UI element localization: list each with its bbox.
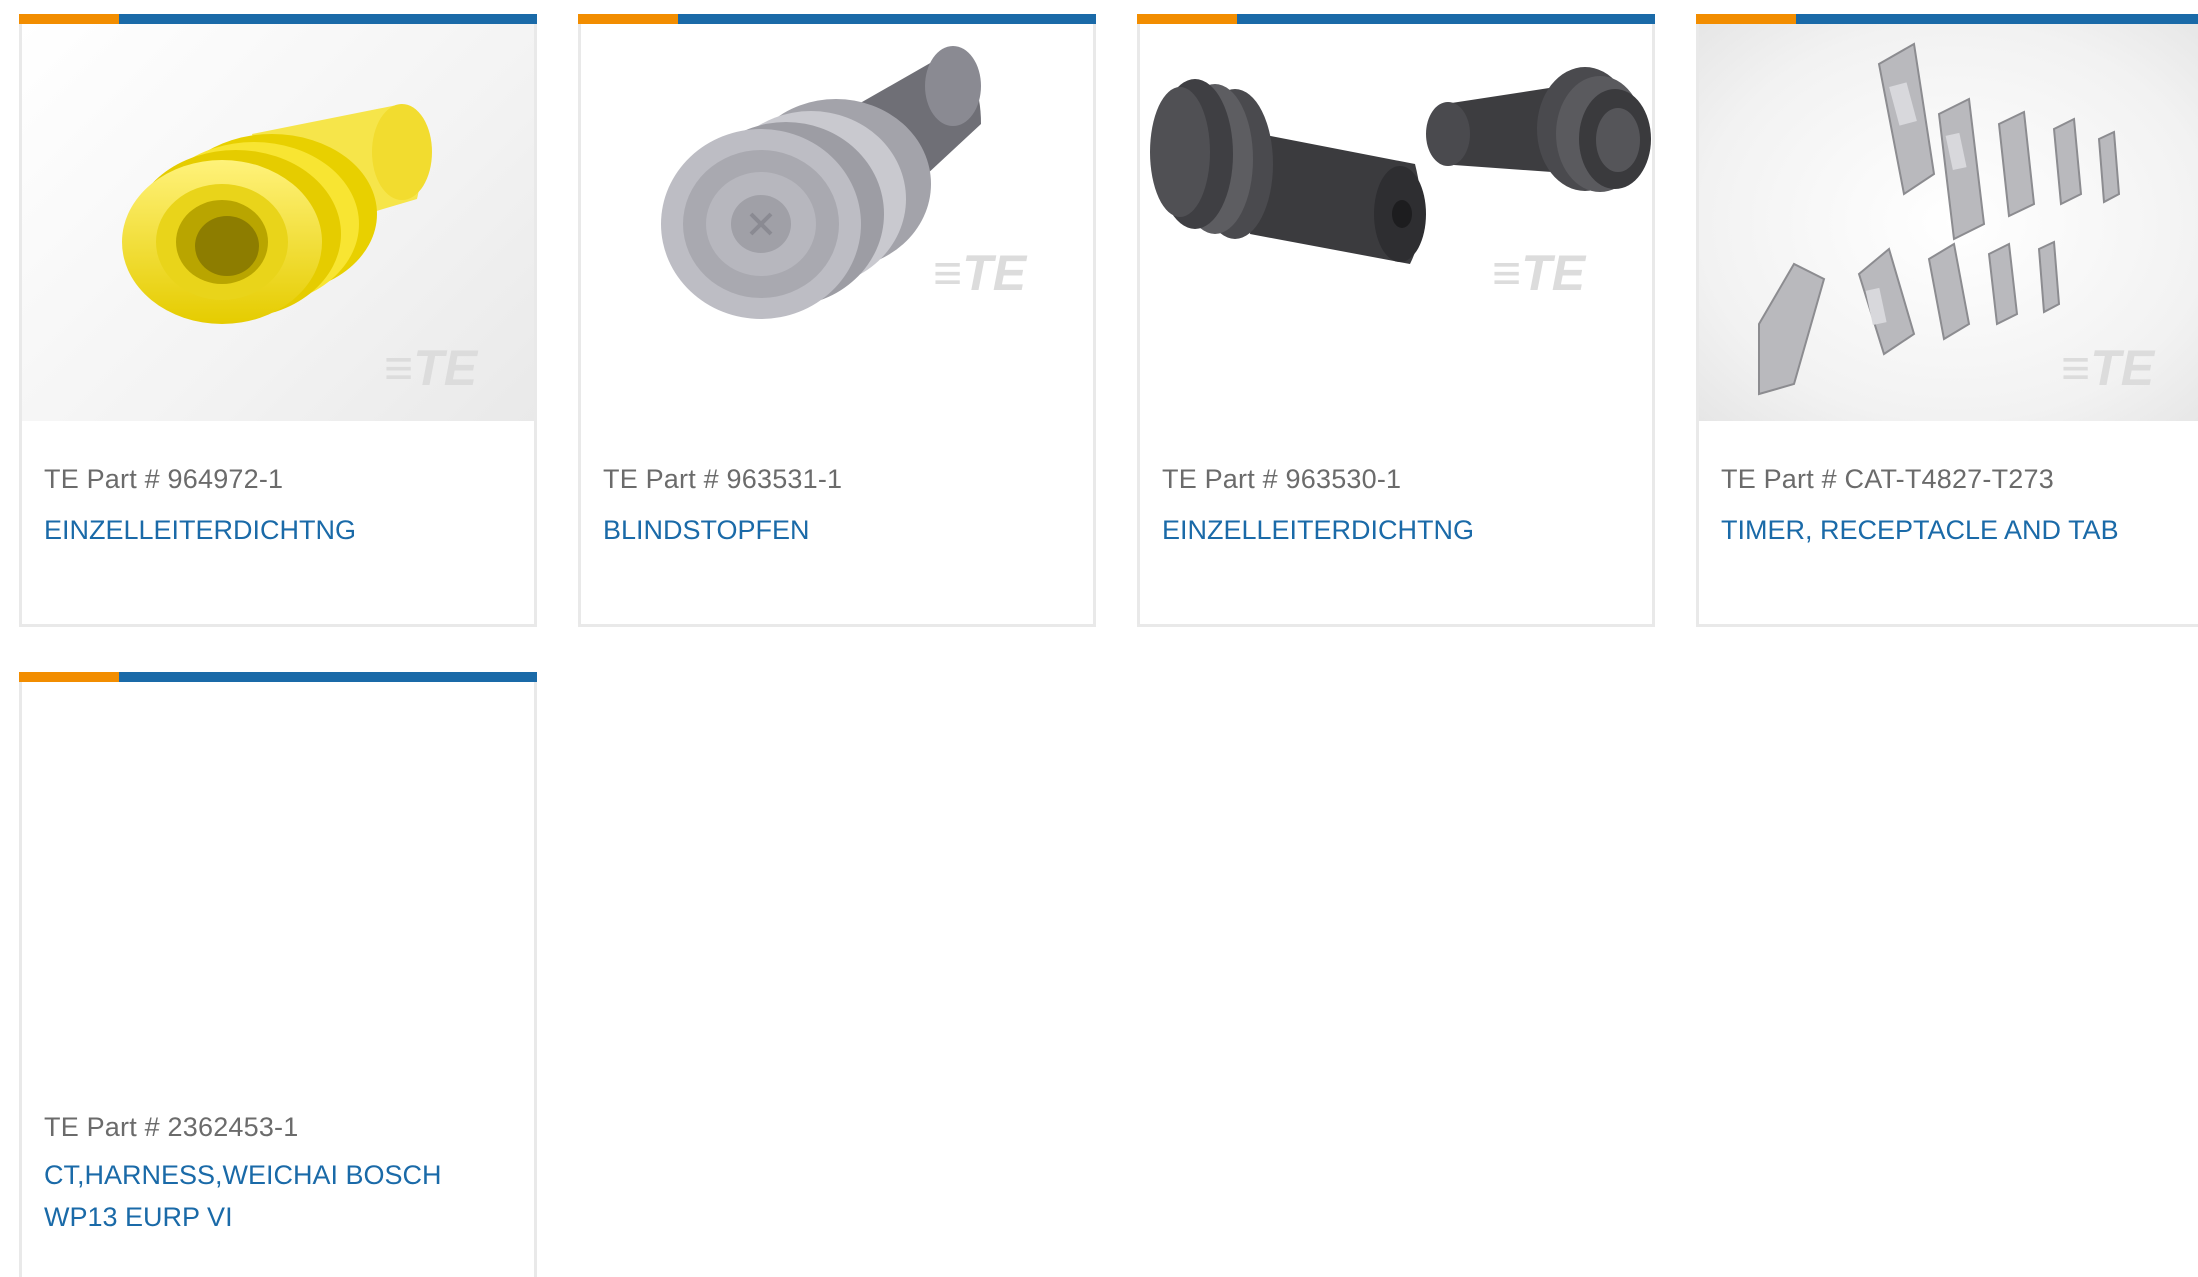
card-accent-bar <box>19 672 537 682</box>
card-accent-bar <box>1137 14 1655 24</box>
card-accent-bar <box>578 14 1096 24</box>
te-watermark-icon: ≡TE <box>384 340 478 396</box>
product-card[interactable]: ≡TE TE Part # CAT-T4827-T273 TIMER, RECE… <box>1696 14 2198 627</box>
product-card[interactable]: ≡TE TE Part # 964972-1 EINZELLEITERDICHT… <box>19 14 537 627</box>
receptacle-tab-terminals-image[interactable]: ≡TE <box>1699 24 2198 421</box>
product-name-link[interactable]: TIMER, RECEPTACLE AND TAB <box>1721 509 2197 551</box>
part-number: TE Part # 2362453-1 <box>44 1112 299 1142</box>
product-name-link[interactable]: CT,HARNESS,WEICHAI BOSCH WP13 EURP VI <box>44 1154 520 1238</box>
product-card[interactable]: ≡TE TE Part # 963530-1 EINZELLEITERDICHT… <box>1137 14 1655 627</box>
card-accent-bar <box>19 14 537 24</box>
te-watermark-icon: ≡TE <box>933 245 1027 301</box>
te-watermark-icon: ≡TE <box>2061 340 2155 396</box>
te-watermark-icon: ≡TE <box>1492 245 1586 301</box>
product-card[interactable]: TE Part # 2362453-1 CT,HARNESS,WEICHAI B… <box>19 672 537 1277</box>
product-grid: ≡TE TE Part # 964972-1 EINZELLEITERDICHT… <box>0 0 2198 1277</box>
part-number: TE Part # 963530-1 <box>1162 464 1402 494</box>
gray-blind-plug-image[interactable]: ≡TE <box>581 24 1093 421</box>
dark-wire-seals-image[interactable]: ≡TE <box>1140 24 1652 421</box>
product-name-link[interactable]: EINZELLEITERDICHTNG <box>1162 509 1638 551</box>
part-number: TE Part # CAT-T4827-T273 <box>1721 464 2054 494</box>
part-number: TE Part # 964972-1 <box>44 464 284 494</box>
card-accent-bar <box>1696 14 2198 24</box>
product-name-link[interactable]: EINZELLEITERDICHTNG <box>44 509 520 551</box>
product-name-link[interactable]: BLINDSTOPFEN <box>603 509 1079 551</box>
no-image-placeholder <box>22 682 534 1079</box>
product-card[interactable]: ≡TE TE Part # 963531-1 BLINDSTOPFEN <box>578 14 1096 627</box>
yellow-wire-seal-image[interactable]: ≡TE <box>22 24 534 421</box>
part-number: TE Part # 963531-1 <box>603 464 843 494</box>
